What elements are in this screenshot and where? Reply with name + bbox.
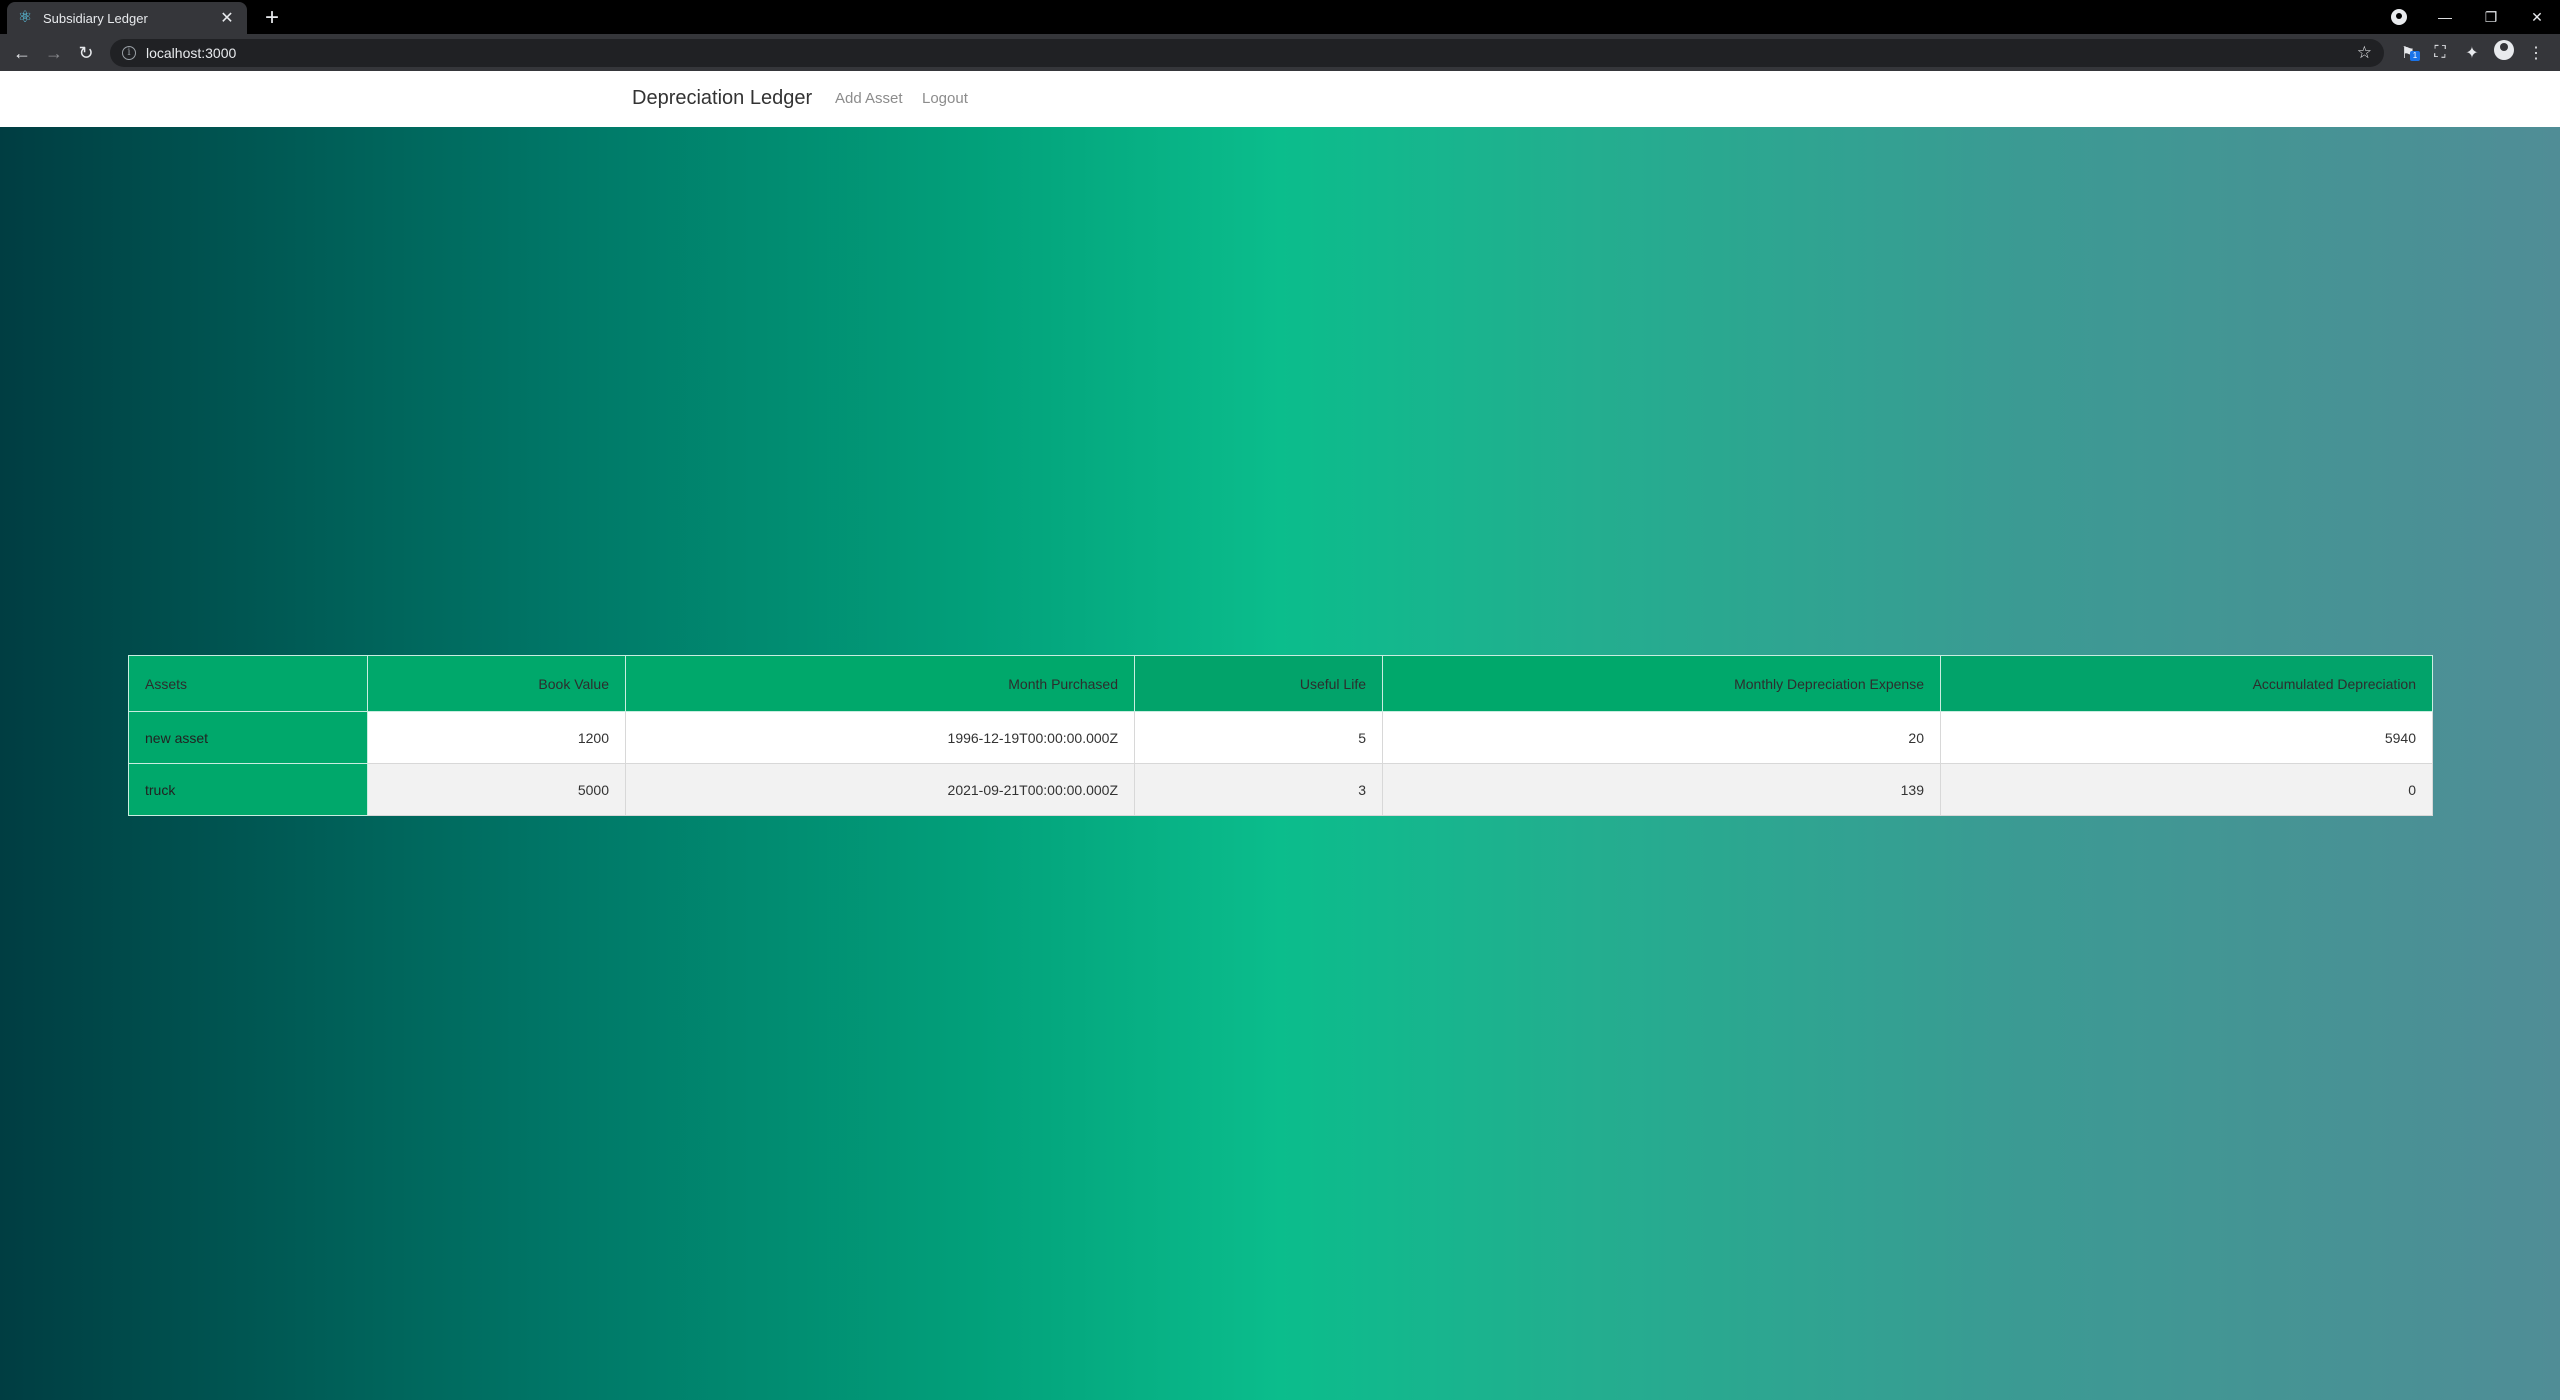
url-text[interactable]: localhost:3000 (146, 45, 2357, 61)
table-row: new asset 1200 1996-12-19T00:00:00.000Z … (128, 711, 2433, 764)
profile-avatar[interactable] (2488, 40, 2520, 65)
extensions-area: ⚑ ⛶ ✦ ⋮ (2392, 40, 2552, 65)
header-book-value: Book Value (367, 655, 626, 712)
restore-icon[interactable]: ❐ (2468, 9, 2514, 26)
monthly-depreciation-cell: 20 (1382, 711, 1941, 764)
header-useful-life: Useful Life (1134, 655, 1383, 712)
forward-icon[interactable]: → (38, 37, 70, 69)
logout-link[interactable]: Logout (922, 90, 968, 107)
new-tab-icon[interactable]: + (258, 4, 286, 32)
back-icon[interactable]: ← (6, 37, 38, 69)
address-bar[interactable]: i localhost:3000 ☆ (110, 38, 2384, 67)
table-header-row: Assets Book Value Month Purchased Useful… (128, 655, 2433, 712)
puzzle-extensions-icon[interactable]: ✦ (2456, 43, 2488, 63)
browser-tab[interactable]: ⚛ Subsidiary Ledger ✕ (7, 2, 247, 34)
page-viewport: Depreciation Ledger Add Asset Logout Ass… (0, 71, 2560, 1400)
month-purchased-cell: 2021-09-21T00:00:00.000Z (625, 763, 1135, 816)
chrome-profile-icon[interactable] (2391, 9, 2407, 25)
reload-icon[interactable]: ↻ (70, 37, 102, 69)
react-icon: ⚛ (17, 9, 33, 26)
header-accumulated-depreciation: Accumulated Depreciation (1940, 655, 2433, 712)
monthly-depreciation-cell: 139 (1382, 763, 1941, 816)
screen-capture-icon[interactable]: ⛶ (2424, 44, 2456, 62)
add-asset-link[interactable]: Add Asset (835, 90, 903, 107)
table-row: truck 5000 2021-09-21T00:00:00.000Z 3 13… (128, 763, 2433, 816)
book-value-cell: 5000 (367, 763, 626, 816)
browser-toolbar: ← → ↻ i localhost:3000 ☆ ⚑ ⛶ ✦ ⋮ (0, 34, 2560, 71)
navbar-brand[interactable]: Depreciation Ledger (632, 87, 812, 110)
extension-icon[interactable]: ⚑ (2392, 43, 2424, 63)
nav-buttons: ← → ↻ (6, 37, 102, 69)
browser-tabstrip: ⚛ Subsidiary Ledger ✕ + — ❐ ✕ (0, 0, 2560, 34)
asset-ledger-table: Assets Book Value Month Purchased Useful… (128, 655, 2433, 816)
useful-life-cell: 5 (1134, 711, 1383, 764)
asset-name-cell: truck (128, 763, 368, 816)
header-month-purchased: Month Purchased (625, 655, 1135, 712)
bookmark-star-icon[interactable]: ☆ (2357, 43, 2372, 63)
avatar-icon (2494, 40, 2514, 60)
accumulated-depreciation-cell: 0 (1940, 763, 2433, 816)
asset-name-cell: new asset (128, 711, 368, 764)
window-controls: — ❐ ✕ (2422, 0, 2560, 34)
useful-life-cell: 3 (1134, 763, 1383, 816)
book-value-cell: 1200 (367, 711, 626, 764)
header-assets: Assets (128, 655, 368, 712)
month-purchased-cell: 1996-12-19T00:00:00.000Z (625, 711, 1135, 764)
close-tab-icon[interactable]: ✕ (217, 8, 237, 28)
site-info-icon[interactable]: i (122, 45, 136, 60)
app-navbar: Depreciation Ledger Add Asset Logout (0, 71, 2560, 127)
menu-kebab-icon[interactable]: ⋮ (2520, 43, 2552, 63)
accumulated-depreciation-cell: 5940 (1940, 711, 2433, 764)
tab-title: Subsidiary Ledger (43, 10, 148, 26)
minimize-icon[interactable]: — (2422, 9, 2468, 25)
close-window-icon[interactable]: ✕ (2514, 9, 2560, 26)
header-monthly-depreciation-expense: Monthly Depreciation Expense (1382, 655, 1941, 712)
